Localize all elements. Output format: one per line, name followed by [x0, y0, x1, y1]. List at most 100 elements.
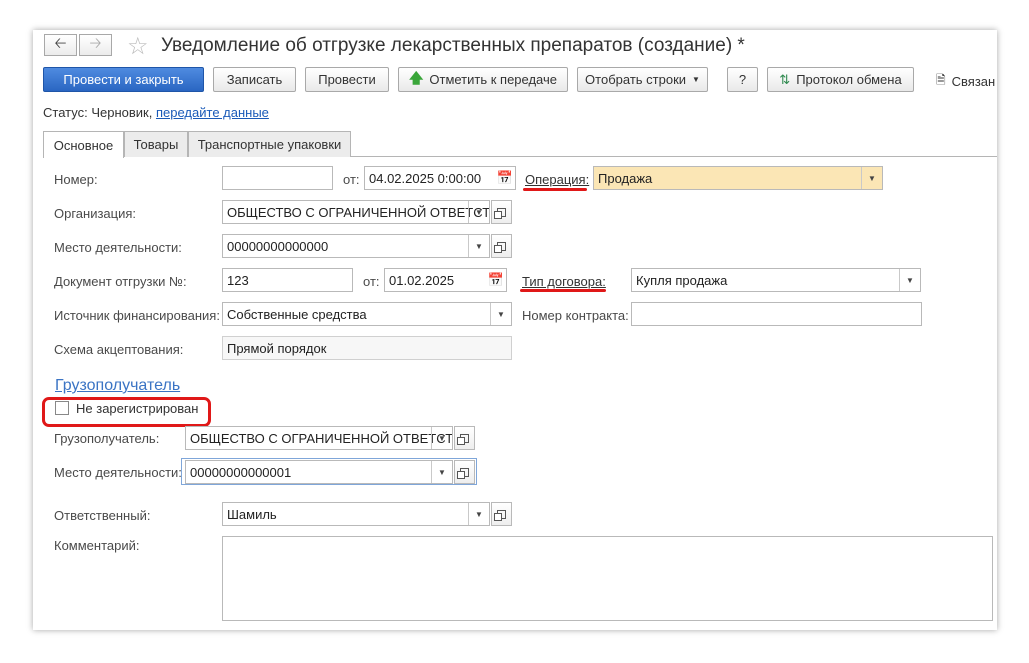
consignee-section-title[interactable]: Грузополучатель — [55, 377, 180, 395]
tab-main[interactable]: Основное — [43, 131, 124, 158]
forward-button[interactable]: 🡢 — [79, 34, 112, 56]
ship-doc-input[interactable]: 123 — [222, 268, 353, 292]
calendar-icon[interactable]: 📅 — [486, 269, 506, 291]
place-value: 00000000000000 — [227, 238, 329, 254]
status-line: Статус: Черновик, передайте данные — [43, 105, 269, 120]
send-data-link[interactable]: передайте данные — [156, 105, 269, 120]
select-rows-label: Отобрать строки — [585, 72, 687, 87]
contract-type-select[interactable]: Купля продажа ▼ — [631, 268, 921, 292]
back-button[interactable]: 🡠 — [44, 34, 77, 56]
tab-transport-packages[interactable]: Транспортные упаковки — [188, 131, 351, 157]
arrow-up-green-icon: 🡅 — [408, 69, 424, 86]
open-form-icon — [494, 241, 506, 253]
chevron-down-icon[interactable]: ▼ — [431, 427, 452, 449]
tab-transport-label: Транспортные упаковки — [197, 137, 342, 152]
tab-goods[interactable]: Товары — [124, 131, 188, 157]
operation-select[interactable]: Продажа ▼ — [593, 166, 883, 190]
open-form-icon — [457, 467, 469, 479]
open-organization-button[interactable] — [491, 200, 512, 224]
date-input[interactable]: 04.02.2025 0:00:00 📅 — [364, 166, 516, 190]
tab-goods-label: Товары — [133, 137, 179, 152]
mark-transfer-label: Отметить к передаче — [429, 72, 558, 87]
number-label: Номер: — [54, 172, 98, 187]
scheme-label: Схема акцептования: — [54, 342, 184, 357]
open-form-icon — [457, 433, 469, 445]
annotation-underline-contract-type — [520, 289, 606, 292]
scheme-field: Прямой порядок — [222, 336, 512, 360]
finance-value: Собственные средства — [227, 306, 367, 322]
open-responsible-button[interactable] — [491, 502, 512, 526]
chevron-down-icon[interactable]: ▼ — [468, 201, 489, 223]
status-value: Черновик, — [91, 105, 153, 120]
document-icon: 🗎 — [936, 73, 946, 87]
date-value: 04.02.2025 0:00:00 — [369, 170, 482, 186]
contract-number-input[interactable] — [631, 302, 922, 326]
chevron-down-icon[interactable]: ▼ — [899, 269, 920, 291]
open-form-icon — [494, 207, 506, 219]
open-form-icon — [494, 509, 506, 521]
consignee-place-label: Место деятельности: — [54, 465, 182, 480]
contract-number-label: Номер контракта: — [522, 308, 629, 323]
linked-label: Связан — [951, 74, 996, 89]
finance-label: Источник финансирования: — [54, 308, 220, 323]
tab-main-label: Основное — [53, 137, 114, 153]
contract-type-value: Купля продажа — [636, 272, 728, 288]
open-place-button[interactable] — [491, 234, 512, 258]
scheme-value: Прямой порядок — [227, 340, 327, 356]
chevron-down-icon[interactable]: ▼ — [490, 303, 511, 325]
chevron-down-icon: ▼ — [692, 75, 700, 84]
ship-doc-label: Документ отгрузки №: — [54, 274, 187, 289]
page-title: Уведомление об отгрузке лекарственных пр… — [161, 35, 745, 56]
select-rows-button[interactable]: Отобрать строки ▼ — [577, 67, 708, 92]
consignee-place-frame: 00000000000001 ▼ — [181, 458, 477, 485]
finance-select[interactable]: Собственные средства ▼ — [222, 302, 512, 326]
ship-date-from-label: от: — [363, 274, 380, 289]
post-and-close-button[interactable]: Провести и закрыть — [43, 67, 204, 92]
comment-textarea[interactable] — [222, 536, 993, 621]
not-registered-checkbox[interactable] — [55, 401, 69, 415]
post-label: Провести — [318, 72, 376, 87]
chevron-down-icon[interactable]: ▼ — [431, 461, 452, 483]
ship-date-input[interactable]: 01.02.2025 📅 — [384, 268, 507, 292]
ship-doc-value: 123 — [227, 272, 249, 288]
exchange-arrows-icon: ⇅ — [779, 71, 791, 87]
date-from-label: от: — [343, 172, 360, 187]
help-button[interactable]: ? — [727, 67, 758, 92]
not-registered-label[interactable]: Не зарегистрирован — [76, 401, 198, 416]
place-select[interactable]: 00000000000000 ▼ — [222, 234, 490, 258]
help-label: ? — [738, 72, 747, 87]
consignee-label: Грузополучатель: — [54, 431, 160, 446]
star-icon[interactable]: ☆ — [127, 32, 149, 61]
place-label: Место деятельности: — [54, 240, 182, 255]
responsible-select[interactable]: Шамиль ▼ — [222, 502, 490, 526]
comment-label: Комментарий: — [54, 538, 140, 553]
annotation-underline-operation — [523, 188, 587, 191]
chevron-down-icon[interactable]: ▼ — [468, 503, 489, 525]
exchange-log-button[interactable]: ⇅ Протокол обмена — [767, 67, 914, 92]
arrow-right-icon: 🡢 — [89, 34, 102, 52]
status-label: Статус: — [43, 105, 88, 120]
consignee-value: ОБЩЕСТВО С ОГРАНИЧЕННОЙ ОТВЕТСТВЕННОСТЬЮ — [190, 430, 452, 446]
responsible-label: Ответственный: — [54, 508, 151, 523]
consignee-select[interactable]: ОБЩЕСТВО С ОГРАНИЧЕННОЙ ОТВЕТСТВЕННОСТЬЮ… — [185, 426, 453, 450]
operation-label: Операция: — [525, 172, 590, 187]
linked-documents-button[interactable]: 🗎 Связан — [936, 71, 995, 92]
document-window: 🡠 🡢 ☆ Уведомление об отгрузке лекарствен… — [33, 30, 997, 630]
save-button[interactable]: Записать — [213, 67, 296, 92]
open-consignee-button[interactable] — [454, 426, 475, 450]
post-button[interactable]: Провести — [305, 67, 389, 92]
exchange-log-label: Протокол обмена — [796, 72, 902, 87]
chevron-down-icon[interactable]: ▼ — [468, 235, 489, 257]
calendar-icon[interactable]: 📅 — [495, 167, 515, 189]
consignee-place-select[interactable]: 00000000000001 ▼ — [185, 460, 453, 484]
post-and-close-label: Провести и закрыть — [63, 72, 184, 87]
mark-transfer-button[interactable]: 🡅 Отметить к передаче — [398, 67, 568, 92]
arrow-left-icon: 🡠 — [54, 34, 67, 52]
organization-select[interactable]: ОБЩЕСТВО С ОГРАНИЧЕННОЙ ОТВЕТСТВЕННОСТЬЮ… — [222, 200, 490, 224]
open-consignee-place-button[interactable] — [454, 460, 475, 484]
number-input[interactable] — [222, 166, 333, 190]
chevron-down-icon[interactable]: ▼ — [861, 167, 882, 189]
contract-type-label: Тип договора: — [522, 274, 606, 289]
save-label: Записать — [226, 72, 283, 87]
responsible-value: Шамиль — [227, 506, 277, 522]
